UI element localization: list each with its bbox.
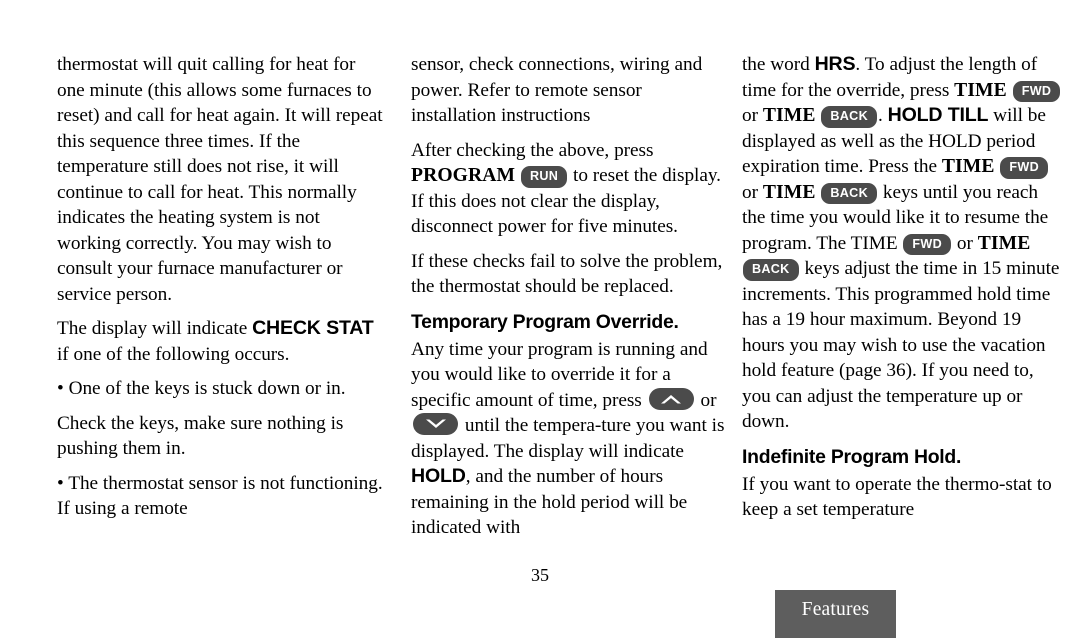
- page-number: 35: [531, 565, 549, 585]
- key-pill-back-1[interactable]: BACK: [821, 106, 877, 128]
- heading-temporary-program-override: Temporary Program Override.: [411, 310, 679, 333]
- paragraph-check-keys: Check the keys, make sure nothing is pus…: [57, 412, 344, 460]
- program-run-text-before: After checking the above, press: [411, 139, 654, 161]
- bullet-key-stuck: • One of the keys is stuck down or in.: [57, 378, 346, 399]
- key-pill-back-2[interactable]: BACK: [821, 182, 877, 205]
- heading-indefinite-program-hold: Indefinite Program Hold.: [742, 445, 962, 468]
- key-label-time-5: TIME: [850, 232, 898, 254]
- lcd-word-hold-till: HOLD TILL: [887, 104, 989, 126]
- paragraph-troubleshooting-heat: thermostat will quit calling for heat fo…: [57, 54, 383, 305]
- sentence-separator-1: .: [877, 105, 888, 126]
- paragraph-indefinite-hold-body: If you want to operate the thermo-stat t…: [742, 473, 1052, 521]
- lcd-word-hold: HOLD: [411, 465, 466, 487]
- bullet-sensor-not-functioning: • The thermostat sensor is not functioni…: [57, 472, 383, 520]
- paragraph-temporary-override-body: Any time your program is running and you…: [411, 337, 729, 541]
- paragraph-replace-thermostat: If these checks fail to solve the proble…: [411, 250, 723, 298]
- key-label-time-3: TIME: [941, 156, 995, 177]
- arrow-conjunction-or: or: [695, 389, 717, 411]
- key-pill-fwd-2[interactable]: FWD: [1000, 157, 1048, 179]
- three-column-body: thermostat will quit calling for heat fo…: [0, 52, 1080, 562]
- manual-page: thermostat will quit calling for heat fo…: [0, 0, 1080, 638]
- increments-text: keys adjust the time in 15 minute increm…: [742, 258, 1060, 432]
- key-label-time-6: TIME: [977, 232, 1031, 254]
- key-pill-run[interactable]: RUN: [520, 166, 568, 188]
- up-arrow-key[interactable]: [648, 387, 694, 410]
- conjunction-or-1: or: [742, 105, 763, 126]
- paragraph-hrs-time-adjust: the word HRS. To adjust the length of ti…: [742, 52, 1064, 435]
- lcd-word-hrs: HRS: [814, 53, 856, 75]
- paragraph-remote-sensor: sensor, check connections, wiring and po…: [411, 54, 703, 126]
- key-pill-fwd-3[interactable]: FWD: [903, 233, 951, 256]
- hrs-text-before: the word: [742, 54, 815, 75]
- key-pill-fwd-1[interactable]: FWD: [1012, 80, 1061, 103]
- text-column-2: sensor, check connections, wiring and po…: [411, 52, 729, 543]
- key-pill-back-3[interactable]: BACK: [743, 259, 799, 281]
- conjunction-or-2: or: [742, 181, 763, 203]
- key-label-time-4: TIME: [762, 181, 816, 203]
- conjunction-or-3: or: [952, 232, 978, 254]
- paragraph-program-run-reset: After checking the above, press PROGRAM …: [411, 138, 729, 240]
- text-column-1: thermostat will quit calling for heat fo…: [57, 52, 384, 524]
- text-column-3: the word HRS. To adjust the length of ti…: [742, 52, 1064, 525]
- check-stat-text-after: if one of the following occurs.: [57, 343, 290, 365]
- down-arrow-key[interactable]: [413, 413, 458, 435]
- key-label-time-1: TIME: [954, 79, 1007, 101]
- key-label-time-2: TIME: [762, 105, 816, 126]
- lcd-word-check-stat: CHECK STAT: [252, 317, 374, 339]
- check-stat-text-before: The display will indicate: [57, 318, 253, 339]
- key-label-program: PROGRAM: [411, 165, 516, 186]
- paragraph-check-stat: The display will indicate CHECK STAT if …: [57, 316, 384, 367]
- override-text-middle: until the tempera-ture you want is displ…: [411, 415, 725, 462]
